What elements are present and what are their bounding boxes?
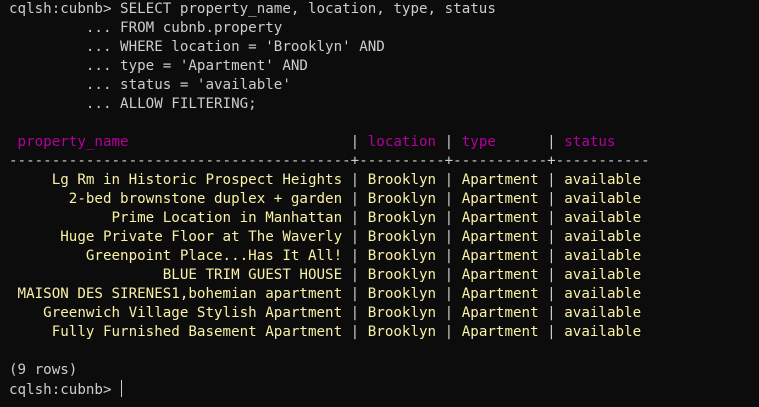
table-row: Prime Location in Manhattan | Brooklyn |… (9, 209, 642, 228)
table-cell-location: Brooklyn (367, 267, 437, 283)
column-separator: | (342, 267, 368, 283)
column-header-property-name: property_name (17, 134, 343, 150)
command-line-5: ... status = 'available' (9, 76, 291, 95)
text-cursor (121, 380, 123, 397)
terminal-window[interactable]: cqlsh:cubnb> SELECT property_name, locat… (0, 0, 759, 407)
column-separator: | (538, 267, 565, 283)
column-header-type: type (461, 134, 539, 150)
prompt-label: cqlsh:cubnb> (9, 1, 112, 17)
column-separator: | (436, 324, 462, 340)
table-cell-location: Brooklyn (367, 305, 437, 321)
table-row: Huge Private Floor at The Waverly | Broo… (9, 228, 641, 247)
table-cell-property-name: BLUE TRIM GUEST HOUSE (17, 267, 343, 283)
column-header-location: location (367, 134, 437, 150)
column-separator: | (436, 134, 462, 150)
table-cell-type: Apartment (461, 191, 539, 207)
table-row: Fully Furnished Basement Apartment | Bro… (9, 323, 641, 342)
table-cell-location: Brooklyn (367, 191, 437, 207)
table-cell-property-name: Lg Rm in Historic Prospect Heights (17, 172, 343, 188)
column-header-status: status (564, 134, 642, 150)
column-separator: | (538, 324, 565, 340)
column-separator: | (342, 172, 368, 188)
table-cell-type: Apartment (461, 305, 539, 321)
column-separator: | (436, 191, 462, 207)
table-cell-type: Apartment (461, 286, 539, 302)
query-line: SELECT property_name, location, type, st… (120, 1, 496, 17)
command-line-2: ... FROM cubnb.property (9, 19, 282, 38)
table-cell-type: Apartment (461, 210, 539, 226)
row-count: (9 rows) (9, 362, 78, 378)
column-separator: | (538, 210, 565, 226)
table-cell-property-name: Greenpoint Place...Has It All! (17, 248, 343, 264)
query-line: ... FROM cubnb.property (85, 20, 283, 36)
column-separator: | (538, 172, 565, 188)
column-separator: | (342, 191, 368, 207)
table-cell-property-name: Huge Private Floor at The Waverly (17, 229, 343, 245)
table-cell-status: available (564, 286, 642, 302)
table-cell-status: available (564, 324, 642, 340)
table-cell-status: available (564, 191, 642, 207)
column-separator: | (538, 248, 565, 264)
prompt-label: cqlsh:cubnb> (9, 382, 112, 398)
column-separator: | (342, 248, 368, 264)
table-cell-property-name: Prime Location in Manhattan (17, 210, 343, 226)
table-cell-location: Brooklyn (367, 229, 437, 245)
table-row: MAISON DES SIRENES1,bohemian apartment |… (9, 285, 642, 304)
column-separator: | (538, 305, 565, 321)
column-separator: | (342, 305, 368, 321)
table-cell-status: available (564, 305, 642, 321)
table-row: 2-bed brownstone duplex + garden | Brook… (9, 190, 641, 209)
table-cell-location: Brooklyn (367, 248, 437, 264)
column-separator: | (342, 210, 368, 226)
query-line: ... status = 'available' (85, 77, 291, 93)
column-separator: | (436, 267, 462, 283)
column-separator: | (538, 286, 565, 302)
table-cell-property-name: MAISON DES SIRENES1,bohemian apartment (17, 286, 343, 302)
command-line-4: ... type = 'Apartment' AND (9, 57, 308, 76)
table-cell-type: Apartment (461, 172, 539, 188)
table-cell-location: Brooklyn (367, 286, 437, 302)
table-divider: ----------------------------------------… (9, 153, 650, 169)
column-separator: | (436, 210, 462, 226)
table-cell-location: Brooklyn (367, 324, 437, 340)
column-separator: | (538, 191, 565, 207)
column-separator: | (342, 286, 368, 302)
table-cell-location: Brooklyn (367, 172, 437, 188)
table-row: Greenwich Village Stylish Apartment | Br… (9, 304, 641, 323)
column-separator: | (538, 134, 565, 150)
table-cell-property-name: Fully Furnished Basement Apartment (17, 324, 343, 340)
command-line-6: ... ALLOW FILTERING; (9, 95, 257, 114)
table-row: BLUE TRIM GUEST HOUSE | Brooklyn | Apart… (9, 266, 641, 285)
table-cell-type: Apartment (461, 324, 539, 340)
query-line: ... ALLOW FILTERING; (85, 96, 257, 112)
table-cell-type: Apartment (461, 229, 539, 245)
column-separator: | (436, 248, 462, 264)
column-separator: | (342, 134, 368, 150)
column-separator: | (342, 229, 368, 245)
table-cell-status: available (564, 267, 642, 283)
query-line: ... type = 'Apartment' AND (85, 58, 308, 74)
table-cell-status: available (564, 229, 642, 245)
table-row: Lg Rm in Historic Prospect Heights | Bro… (9, 171, 641, 190)
table-cell-type: Apartment (461, 267, 539, 283)
column-separator: | (538, 229, 565, 245)
column-separator: | (436, 286, 462, 302)
table-cell-property-name: 2-bed brownstone duplex + garden (17, 191, 343, 207)
column-separator: | (436, 305, 462, 321)
query-line: ... WHERE location = 'Brooklyn' AND (85, 39, 385, 55)
table-cell-location: Brooklyn (367, 210, 437, 226)
command-line-3: ... WHERE location = 'Brooklyn' AND (9, 38, 385, 57)
table-row: Greenpoint Place...Has It All! | Brookly… (9, 247, 641, 266)
table-cell-property-name: Greenwich Village Stylish Apartment (17, 305, 343, 321)
column-separator: | (436, 172, 462, 188)
table-cell-status: available (564, 248, 642, 264)
table-cell-status: available (564, 210, 642, 226)
table-cell-type: Apartment (461, 248, 539, 264)
input-line[interactable]: cqlsh:cubnb> (9, 380, 123, 399)
column-separator: | (436, 229, 462, 245)
command-line-1: cqlsh:cubnb> SELECT property_name, locat… (9, 0, 496, 19)
column-separator: | (342, 324, 368, 340)
table-cell-status: available (564, 172, 642, 188)
table-header: property_name | location | type | status (9, 133, 641, 152)
